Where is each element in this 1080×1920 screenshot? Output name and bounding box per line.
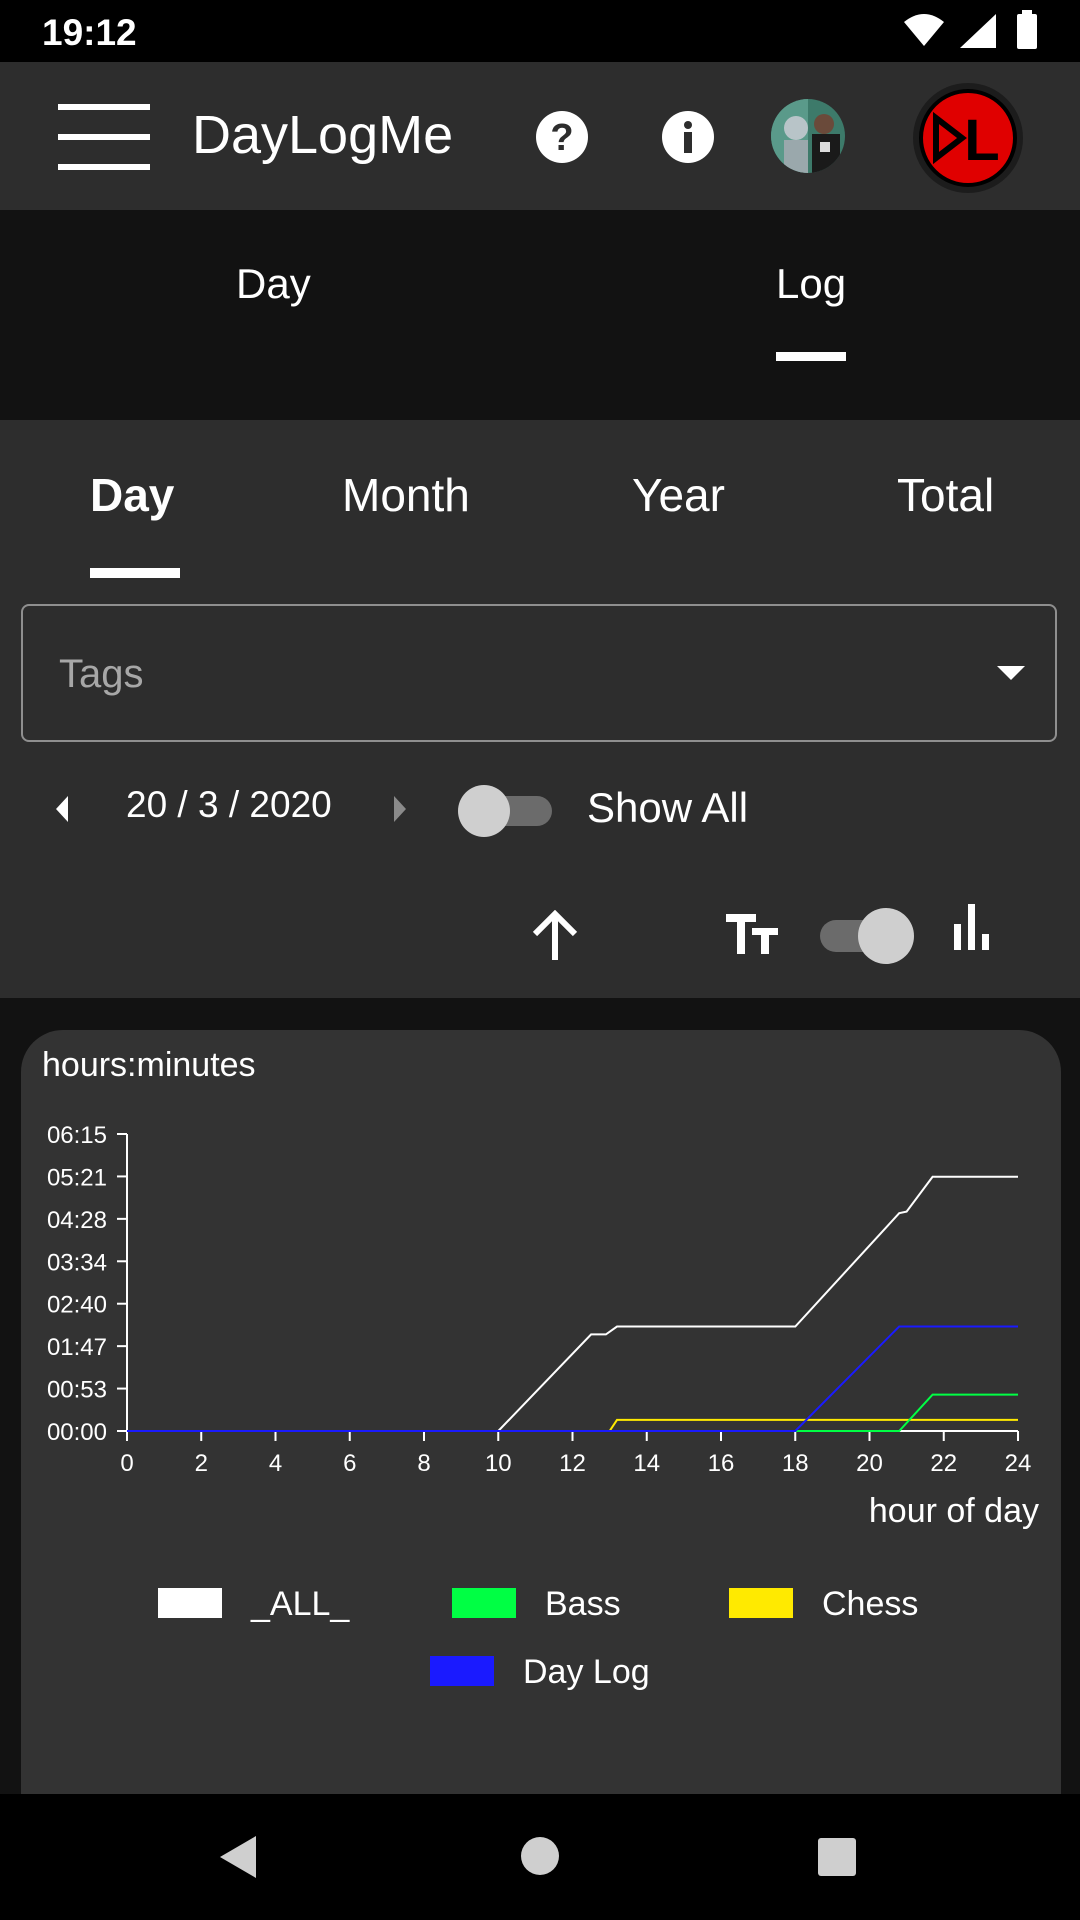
text-size-switch[interactable] [816, 902, 916, 966]
main-tab-bar: Day Log [0, 210, 1080, 420]
x-tick-label: 12 [559, 1450, 586, 1477]
tags-dropdown[interactable]: Tags [21, 604, 1057, 742]
y-tick-label: 04:28 [47, 1207, 107, 1234]
previous-date-icon[interactable] [54, 794, 70, 824]
tab-day[interactable]: Day [236, 260, 311, 308]
date-display: 20 / 3 / 2020 [126, 784, 332, 825]
x-tick-label: 18 [782, 1450, 809, 1477]
x-tick-label: 20 [856, 1450, 883, 1477]
y-tick-label: 06:15 [47, 1122, 107, 1149]
legend-label: Bass [545, 1585, 621, 1623]
chart-series [127, 1175, 1018, 1432]
recents-icon[interactable] [817, 1837, 857, 1877]
x-tick-label: 4 [269, 1450, 282, 1477]
controls-panel: Day Month Year Total Tags 20 / 3 / 2020 … [0, 420, 1080, 998]
bar-chart-icon[interactable] [952, 902, 992, 952]
x-tick-label: 14 [633, 1450, 660, 1477]
app-title: DayLogMe [192, 105, 454, 165]
x-tick-label: 10 [485, 1450, 512, 1477]
series-line-day-log [127, 1325, 1018, 1432]
subtab-day[interactable]: Day [90, 468, 174, 522]
svg-text:?: ? [550, 117, 573, 159]
tags-placeholder: Tags [59, 652, 144, 696]
y-tick-label: 05:21 [47, 1164, 107, 1191]
cell-signal-icon [960, 14, 996, 48]
chart-axes: 00:00 00:53 01:47 02:40 03:34 04:28 05:21 06:15… [47, 1122, 1031, 1477]
y-tick-label: 03:34 [47, 1249, 107, 1276]
next-date-icon[interactable] [392, 794, 408, 824]
subtab-month[interactable]: Month [342, 468, 470, 522]
line-chart: hours:minutes hour of day 00:00 00:53 01:4… [42, 1046, 1039, 1691]
legend-swatch [430, 1656, 494, 1686]
x-tick-label: 16 [708, 1450, 735, 1477]
legend-swatch [452, 1588, 516, 1618]
battery-icon [1017, 10, 1037, 49]
legend-label: Day Log [523, 1653, 650, 1691]
show-all-switch[interactable] [456, 782, 556, 838]
help-icon[interactable]: ? [535, 110, 589, 164]
legend-label: Chess [822, 1585, 918, 1623]
show-all-label: Show All [587, 784, 749, 831]
navigation-bar [0, 1794, 1080, 1920]
text-size-icon[interactable] [726, 912, 782, 956]
subtab-indicator [90, 568, 180, 578]
svg-text:L: L [964, 108, 999, 173]
status-time: 19:12 [42, 12, 137, 53]
series-line-bass [127, 1393, 1018, 1432]
tab-indicator [776, 352, 846, 361]
daylogme-logo-button[interactable]: L [912, 82, 1024, 194]
x-axis-label: hour of day [869, 1492, 1039, 1530]
y-tick-label: 00:00 [47, 1419, 107, 1446]
legend-swatch [729, 1588, 793, 1618]
x-tick-label: 24 [1005, 1450, 1032, 1477]
x-tick-label: 0 [120, 1450, 133, 1477]
series-line-chess [127, 1418, 1018, 1432]
info-icon[interactable] [661, 110, 715, 164]
legend-swatch [158, 1588, 222, 1618]
x-tick-label: 2 [195, 1450, 208, 1477]
back-icon[interactable] [218, 1834, 258, 1880]
chart-legend: _ALL_ Bass Chess Day Log [158, 1585, 918, 1691]
home-icon[interactable] [520, 1836, 560, 1876]
tab-log[interactable]: Log [776, 260, 846, 308]
subtab-total[interactable]: Total [897, 468, 994, 522]
legend-label: _ALL_ [250, 1585, 350, 1623]
avatar[interactable] [770, 98, 846, 174]
subtab-year[interactable]: Year [632, 468, 725, 522]
app-bar: DayLogMe ? L [0, 62, 1080, 210]
x-tick-label: 8 [417, 1450, 430, 1477]
x-tick-label: 6 [343, 1450, 356, 1477]
menu-icon[interactable] [56, 100, 152, 174]
dropdown-arrow-icon [997, 666, 1025, 680]
arrow-up-icon[interactable] [530, 910, 580, 962]
chart-card: hours:minutes hour of day 00:00 00:53 01:4… [21, 1030, 1061, 1920]
x-tick-label: 22 [930, 1450, 957, 1477]
y-tick-label: 01:47 [47, 1334, 107, 1361]
y-tick-label: 00:53 [47, 1377, 107, 1404]
series-line-all [127, 1175, 1018, 1432]
status-bar: 19:12 [0, 0, 1080, 62]
wifi-icon [904, 14, 944, 46]
y-tick-label: 02:40 [47, 1292, 107, 1319]
y-axis-label: hours:minutes [42, 1046, 256, 1084]
